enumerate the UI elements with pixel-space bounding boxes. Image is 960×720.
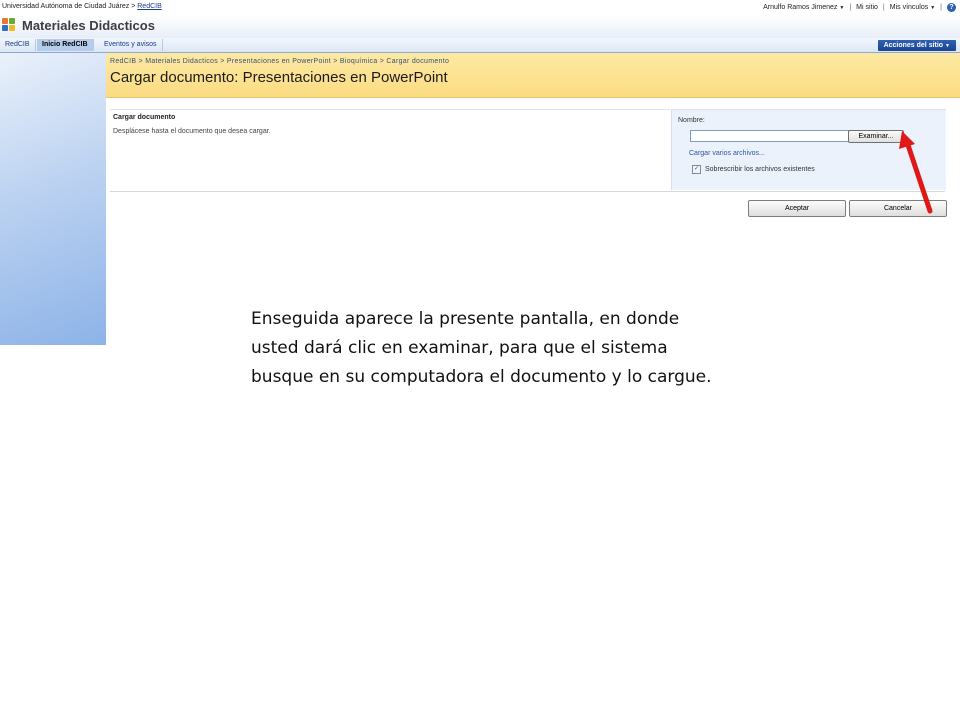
instruction-caption: Enseguida aparece la presente pantalla, … [251,305,721,392]
red-arrow-annotation [899,131,933,214]
screenshot: Universidad Autónoma de Ciudad Juárez > … [0,0,960,345]
